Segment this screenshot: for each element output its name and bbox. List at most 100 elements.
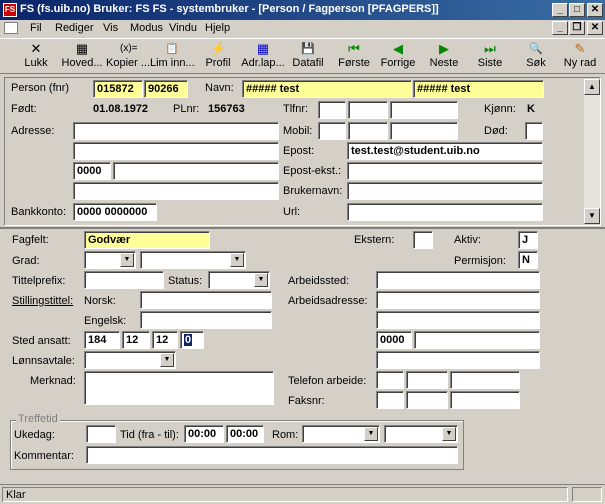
degree-code-select[interactable]: ▼ [84,251,136,269]
close-tool-button[interactable]: ✕ Lukk [16,40,56,74]
job-title-english-field[interactable] [140,311,272,329]
mobile-number-field[interactable] [390,122,458,140]
external-field[interactable] [413,231,433,249]
grad-label: Grad: [12,255,40,267]
time-to-field[interactable]: 00:00 [226,425,264,443]
tid-label: Tid (fra - til): [120,429,179,441]
title-prefix-field[interactable] [84,271,164,289]
subject-field[interactable]: Godvær [84,231,210,249]
room-number-select[interactable]: ▼ [384,425,458,443]
scroll-up-arrow-icon[interactable]: ▲ [584,79,600,95]
work-address-line1-field[interactable] [376,291,540,309]
salary-agreement-select[interactable]: ▼ [84,351,176,369]
mdi-minimize-button[interactable]: _ [552,21,568,35]
main-tool-button[interactable]: ▦ Hoved... [60,40,104,74]
menu-rediger[interactable]: Rediger [55,22,94,34]
doc-icon[interactable] [4,22,18,34]
room-building-select[interactable]: ▼ [302,425,380,443]
menu-hjelp[interactable]: Hjelp [205,22,230,34]
job-title-norwegian-field[interactable] [140,291,272,309]
copy-tool-button[interactable]: (x)= Kopier ... [106,40,150,74]
menu-vindu[interactable]: Vindu [169,22,197,34]
work-phone-country-field[interactable] [376,371,404,389]
menu-modus[interactable]: Modus [130,22,163,34]
comment-field[interactable] [86,446,458,464]
first-record-button[interactable]: ⏮ Første [334,40,374,74]
work-postal-place-field[interactable] [414,331,540,349]
rom-label: Rom: [272,429,299,441]
postal-place-field[interactable] [113,162,279,180]
address-label-tool-button[interactable]: ▦ Adr.lap... [240,40,286,74]
phone-area-field[interactable] [348,101,388,119]
adresse-label: Adresse: [11,125,55,137]
last-record-button[interactable]: ⏭ Siste [470,40,510,74]
group-code-field[interactable]: 0 [180,331,204,349]
fax-country-field[interactable] [376,391,404,409]
degree-name-select[interactable]: ▼ [140,251,246,269]
institution-code-field[interactable]: 184 [84,331,120,349]
minimize-button[interactable]: _ [552,3,568,17]
time-from-field[interactable]: 00:00 [184,425,224,443]
profile-tool-button[interactable]: ⚡ Profil [198,40,238,74]
copy-icon: (x)= [120,43,138,54]
work-country-field[interactable] [376,351,540,369]
mobile-country-field[interactable] [318,122,346,140]
menu-fil[interactable]: Fil [30,22,42,34]
address-line2-field[interactable] [73,142,279,160]
phone-number-field[interactable] [390,101,458,119]
labels-icon: ▦ [256,41,270,56]
fnr-label: Person (fnr) [11,82,70,94]
work-phone-area-field[interactable] [406,371,448,389]
fnr-personal-number-field[interactable]: 90266 [144,80,188,98]
epost-ekst-label: Epost-ekst.: [283,165,342,177]
fnr-birthdate-field[interactable]: 015872 [93,80,143,98]
faculty-code-field[interactable]: 12 [122,331,150,349]
active-field[interactable]: J [518,231,538,249]
bank-account-field[interactable]: 0000 0000000 [73,203,157,221]
aktiv-label: Aktiv: [454,234,481,246]
brukernavn-label: Brukernavn: [283,185,343,197]
deceased-field[interactable] [525,122,543,140]
url-field[interactable] [347,203,543,221]
postal-code-field[interactable]: 0000 [73,162,111,180]
fax-number-field[interactable] [450,391,520,409]
remark-textarea[interactable] [84,371,274,405]
search-tool-button[interactable]: 🔍 Søk [518,40,554,74]
chevron-down-icon: ▼ [254,273,268,287]
menu-vis[interactable]: Vis [103,22,118,34]
stillingstittel-link[interactable]: Stillingstittel: [12,295,73,307]
weekday-field[interactable] [86,425,116,443]
phone-country-field[interactable] [318,101,346,119]
ukedag-label: Ukedag: [14,429,55,441]
ekstern-label: Ekstern: [354,234,395,246]
next-record-button[interactable]: ▶ Neste [424,40,464,74]
username-field[interactable] [347,182,543,200]
work-address-line2-field[interactable] [376,311,540,329]
paste-tool-button[interactable]: 📋 Lim inn... [150,40,195,74]
leave-field[interactable]: N [518,251,538,269]
work-postal-code-field[interactable]: 0000 [376,331,412,349]
datafile-tool-button[interactable]: 💾 Datafil [288,40,328,74]
institute-code-field[interactable]: 12 [152,331,178,349]
scroll-down-arrow-icon[interactable]: ▼ [584,208,600,224]
work-phone-number-field[interactable] [450,371,520,389]
email-field[interactable]: test.test@student.uib.no [347,142,543,160]
workplace-field[interactable] [376,271,540,289]
new-row-button[interactable]: ✎ Ny rad [560,40,600,74]
close-button[interactable]: ✕ [587,3,603,17]
fax-area-field[interactable] [406,391,448,409]
surname-field[interactable]: ##### test [242,80,412,98]
address-line1-field[interactable] [73,122,279,140]
previous-record-button[interactable]: ◀ Forrige [378,40,418,74]
maximize-button[interactable]: □ [569,3,585,17]
navn-label: Navn: [205,82,234,94]
tittelprefix-label: Tittelprefix: [12,275,66,287]
first-name-field[interactable]: ##### test [413,80,544,98]
mdi-close-button[interactable]: ✕ [587,21,603,35]
mobile-area-field[interactable] [348,122,388,140]
country-field[interactable] [73,182,279,200]
external-email-field[interactable] [347,162,543,180]
mdi-restore-button[interactable]: ❐ [569,21,585,35]
person-scrollbar[interactable]: ▲ ▼ [584,79,600,224]
status-select[interactable]: ▼ [208,271,270,289]
